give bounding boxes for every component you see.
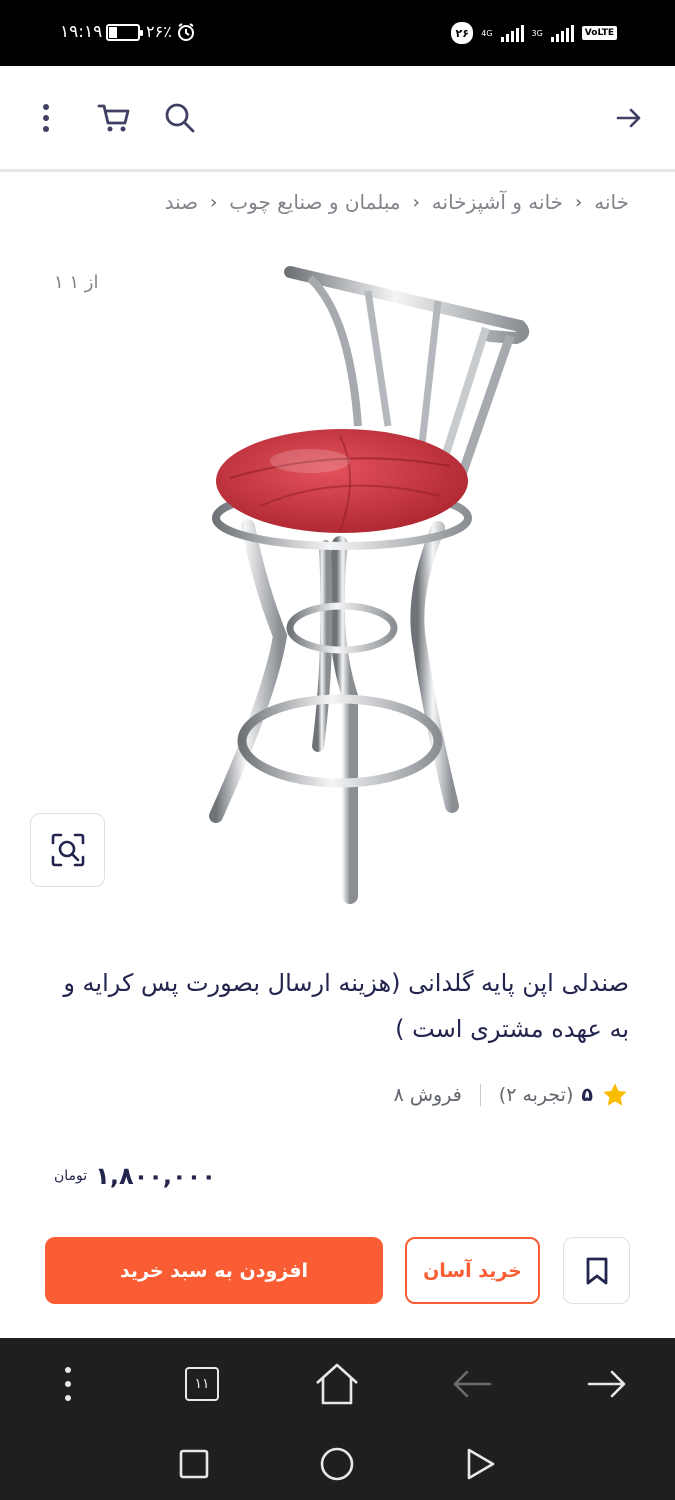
product-title: صندلی اپن پایه گلدانی (هزینه ارسال بصورت… — [63, 969, 629, 1043]
status-time: ۱۹:۱۹ — [60, 22, 103, 42]
more-vertical-icon — [43, 104, 49, 132]
tabs-button[interactable]: ۱۱ — [178, 1360, 226, 1408]
more-vertical-icon — [65, 1367, 71, 1401]
rating-row: ۵ (۲ تجربه) ۸ فروش — [394, 1078, 629, 1112]
cart-button[interactable] — [90, 94, 138, 142]
browser-menu-button[interactable] — [44, 1360, 92, 1408]
gallery-counter: ۱ از ۱ — [54, 272, 99, 293]
system-home-button[interactable] — [313, 1440, 361, 1488]
browser-toolbar: ۱۱ — [0, 1338, 675, 1428]
circle-icon — [320, 1447, 354, 1481]
search-button[interactable] — [156, 94, 204, 142]
rating-count[interactable]: (۲ تجربه) — [499, 1084, 574, 1106]
home-icon — [316, 1363, 358, 1405]
browser-forward-button[interactable] — [583, 1360, 631, 1408]
chevron-left-icon: › — [210, 191, 218, 213]
zoom-image-button[interactable] — [30, 813, 105, 887]
breadcrumb-item-home[interactable]: خانه — [594, 190, 629, 214]
breadcrumb-item-furniture[interactable]: مبلمان و صنایع چوب — [229, 190, 400, 214]
arrow-right-icon — [587, 1370, 626, 1398]
network-3g-label: 3G — [531, 28, 543, 38]
signal-icon-2 — [550, 24, 574, 42]
signal-icon — [500, 24, 524, 42]
chevron-left-icon: › — [575, 191, 583, 213]
add-to-cart-button[interactable]: افزودن به سبد خرید — [45, 1237, 383, 1304]
rating-score: ۵ — [581, 1084, 593, 1106]
price: تومان ۱,۸۰۰,۰۰۰ — [54, 1162, 216, 1190]
battery-percent: ۲۶٪ — [146, 22, 172, 41]
battery-icon — [106, 24, 143, 41]
sales-count: ۸ فروش — [393, 1084, 462, 1106]
bookmark-button[interactable] — [563, 1237, 630, 1304]
browser-back-button[interactable] — [448, 1360, 496, 1408]
system-navigation-bar — [0, 1428, 675, 1500]
alarm-icon — [176, 22, 196, 42]
tab-count: ۱۱ — [185, 1367, 219, 1401]
rating-divider — [479, 1084, 481, 1106]
breadcrumb-item-chair[interactable]: صند — [165, 190, 199, 214]
sim-badge: ۲۶ — [451, 22, 474, 44]
cart-icon — [97, 104, 130, 132]
image-zoom-icon — [51, 833, 84, 867]
square-icon — [179, 1449, 209, 1479]
bookmark-icon — [586, 1257, 607, 1284]
breadcrumb-item-home-kitchen[interactable]: خانه و آشپزخانه — [432, 190, 563, 214]
search-icon — [165, 103, 195, 133]
network-4g-label: 4G — [481, 28, 493, 38]
recents-button[interactable] — [170, 1440, 218, 1488]
home-button[interactable] — [313, 1360, 361, 1408]
currency-label: تومان — [54, 1168, 88, 1184]
star-icon — [603, 1083, 627, 1106]
status-bar: ۱۹:۱۹ ۲۶٪ ۲۶ 4G 3G VoLTE — [0, 0, 675, 66]
app-header — [0, 66, 675, 172]
volte-badge: VoLTE — [581, 26, 617, 40]
arrow-left-icon — [453, 1370, 492, 1398]
triangle-icon — [467, 1448, 495, 1480]
more-options-button[interactable] — [22, 94, 70, 142]
system-back-button[interactable] — [456, 1440, 504, 1488]
back-button[interactable] — [605, 94, 653, 142]
price-amount: ۱,۸۰۰,۰۰۰ — [95, 1162, 216, 1190]
breadcrumb: خانه › خانه و آشپزخانه › مبلمان و صنایع … — [165, 186, 629, 218]
arrow-right-icon — [616, 108, 641, 128]
product-image[interactable] — [190, 256, 550, 906]
easy-buy-button[interactable]: خرید آسان — [405, 1237, 540, 1304]
status-right: ۲۶ 4G 3G VoLTE — [451, 18, 617, 48]
chevron-left-icon: › — [412, 191, 420, 213]
